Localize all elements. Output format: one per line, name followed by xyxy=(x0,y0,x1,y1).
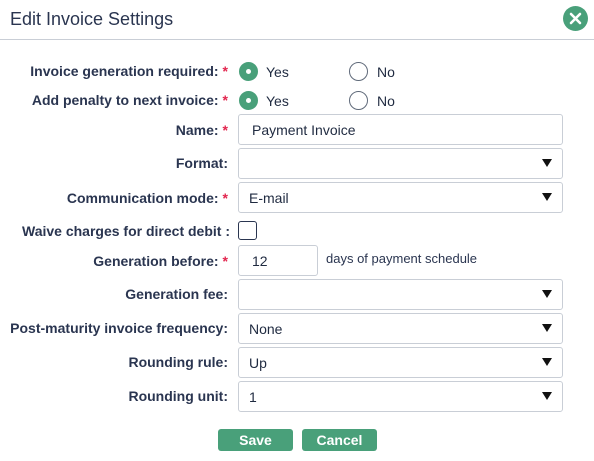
generation-fee-label: Generation fee: xyxy=(125,286,228,302)
dialog-title: Edit Invoice Settings xyxy=(10,9,174,29)
communication-mode-label: Communication mode: * xyxy=(66,190,228,206)
post-maturity-select[interactable]: None xyxy=(238,313,563,344)
invoice-generation-no-label: No xyxy=(377,64,395,80)
invoice-generation-yes-radio[interactable] xyxy=(239,62,258,81)
add-penalty-no-radio[interactable] xyxy=(349,91,368,110)
post-maturity-label: Post-maturity invoice frequency: xyxy=(10,320,228,336)
required-marker: * xyxy=(222,122,228,138)
cancel-button[interactable]: Cancel xyxy=(302,429,377,451)
generation-before-input[interactable] xyxy=(238,245,318,276)
add-penalty-label: Add penalty to next invoice: * xyxy=(31,92,228,108)
caret-down-icon xyxy=(542,159,552,167)
add-penalty-yes-radio[interactable] xyxy=(239,91,258,110)
rounding-unit-select[interactable]: 1 xyxy=(238,381,563,412)
generation-before-suffix: days of payment schedule xyxy=(326,251,478,266)
add-penalty-yes-label: Yes xyxy=(266,93,289,109)
required-marker: * xyxy=(222,190,228,206)
generation-fee-select[interactable] xyxy=(238,279,563,310)
caret-down-icon xyxy=(542,290,552,298)
close-button[interactable] xyxy=(563,6,588,31)
caret-down-icon xyxy=(542,392,552,400)
caret-down-icon xyxy=(542,193,552,201)
post-maturity-value: None xyxy=(249,321,283,337)
waive-charges-checkbox[interactable] xyxy=(238,221,257,240)
required-marker: * xyxy=(222,92,228,108)
waive-charges-label: Waive charges for direct debit : xyxy=(22,223,230,239)
rounding-rule-label: Rounding rule: xyxy=(128,354,228,370)
dialog-header: Edit Invoice Settings xyxy=(0,0,594,40)
add-penalty-no-label: No xyxy=(377,93,395,109)
save-button[interactable]: Save xyxy=(218,429,293,451)
name-input[interactable] xyxy=(238,114,563,145)
rounding-unit-label: Rounding unit: xyxy=(128,388,228,404)
name-label: Name: * xyxy=(175,122,228,138)
caret-down-icon xyxy=(542,324,552,332)
rounding-rule-select[interactable]: Up xyxy=(238,347,563,378)
format-select[interactable] xyxy=(238,148,563,179)
required-marker: * xyxy=(222,253,228,269)
invoice-generation-label: Invoice generation required: * xyxy=(30,63,228,79)
communication-mode-select[interactable]: E-mail xyxy=(238,182,563,213)
rounding-rule-value: Up xyxy=(249,355,267,371)
caret-down-icon xyxy=(542,358,552,366)
rounding-unit-value: 1 xyxy=(249,389,257,405)
generation-before-label: Generation before: * xyxy=(93,253,228,269)
communication-mode-value: E-mail xyxy=(249,190,289,206)
close-icon xyxy=(569,12,582,25)
edit-invoice-settings-dialog: Edit Invoice Settings Invoice generation… xyxy=(0,0,594,461)
invoice-generation-yes-label: Yes xyxy=(266,64,289,80)
format-label: Format: xyxy=(175,155,228,171)
invoice-generation-no-radio[interactable] xyxy=(349,62,368,81)
required-marker: * xyxy=(222,63,228,79)
